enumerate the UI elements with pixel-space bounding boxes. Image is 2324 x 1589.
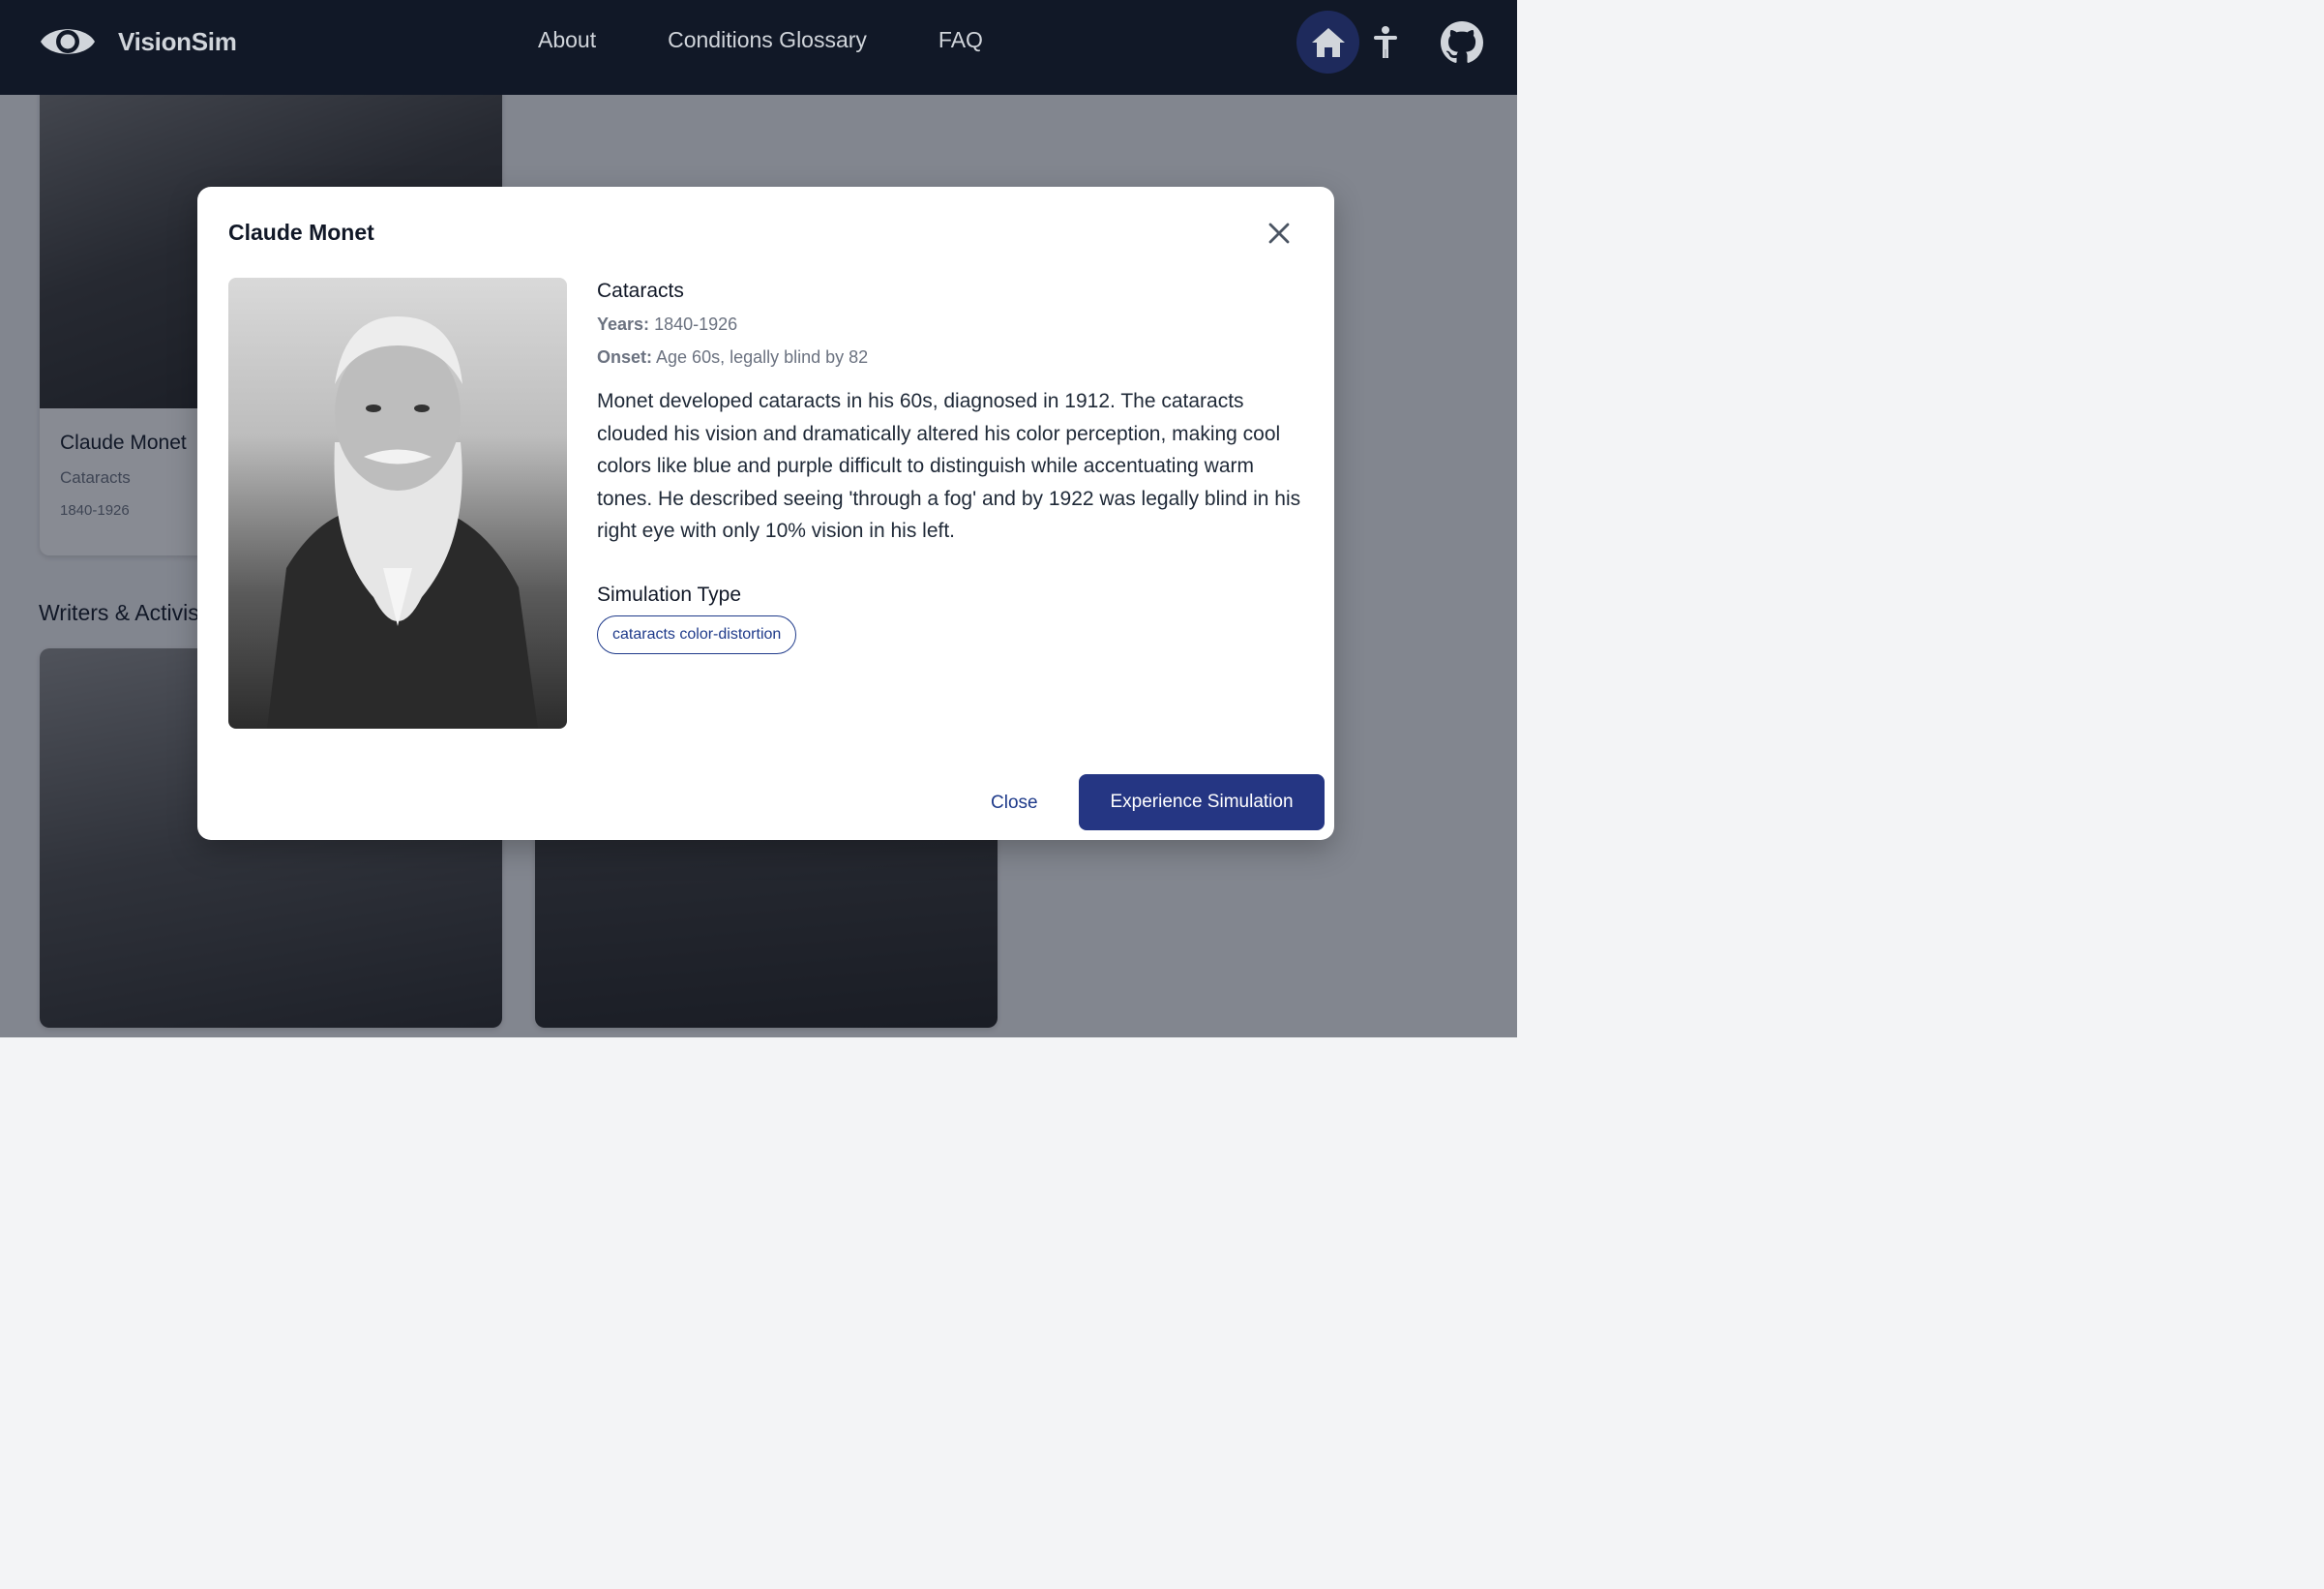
figure-description: Monet developed cataracts in his 60s, di…: [597, 390, 1301, 542]
github-button[interactable]: [1441, 21, 1483, 64]
years-value: 1840-1926: [654, 315, 738, 334]
nav-link-conditions-glossary[interactable]: Conditions Glossary: [668, 27, 867, 53]
eye-icon: [41, 29, 95, 54]
brand[interactable]: VisionSim: [39, 19, 237, 64]
condition-name: Cataracts: [597, 280, 684, 302]
experience-simulation-button[interactable]: Experience Simulation: [1079, 774, 1325, 830]
nav-link-about[interactable]: About: [538, 27, 596, 53]
brand-name: VisionSim: [118, 26, 237, 56]
github-icon: [1441, 21, 1483, 63]
nav-link-faq[interactable]: FAQ: [939, 27, 983, 53]
onset-label: Onset:: [597, 347, 653, 367]
close-icon: [1268, 223, 1290, 244]
home-icon: [1311, 27, 1345, 57]
onset-value: Age 60s, legally blind by 82: [656, 347, 869, 367]
modal-close-button[interactable]: [1266, 220, 1293, 247]
simulation-type-heading: Simulation Type: [597, 583, 742, 606]
home-button[interactable]: [1296, 11, 1359, 74]
figure-detail-modal: Claude Monet Cataracts Years: 1840-1926 …: [197, 187, 1334, 840]
main-nav: About Conditions Glossary FAQ: [538, 27, 983, 53]
close-button[interactable]: Close: [991, 793, 1038, 814]
accessibility-icon: [1374, 26, 1397, 58]
simulation-type-badge: cataracts color-distortion: [597, 615, 797, 654]
portrait-photo: [228, 278, 567, 729]
years-row: Years: 1840-1926: [597, 315, 1303, 335]
accessibility-button[interactable]: [1370, 25, 1401, 60]
years-label: Years:: [597, 315, 650, 334]
modal-title: Claude Monet: [228, 220, 374, 245]
navbar: VisionSim About Conditions Glossary FAQ: [0, 0, 1517, 95]
onset-row: Onset: Age 60s, legally blind by 82: [597, 347, 1303, 368]
figure-info: Cataracts Years: 1840-1926 Onset: Age 60…: [597, 280, 1303, 654]
